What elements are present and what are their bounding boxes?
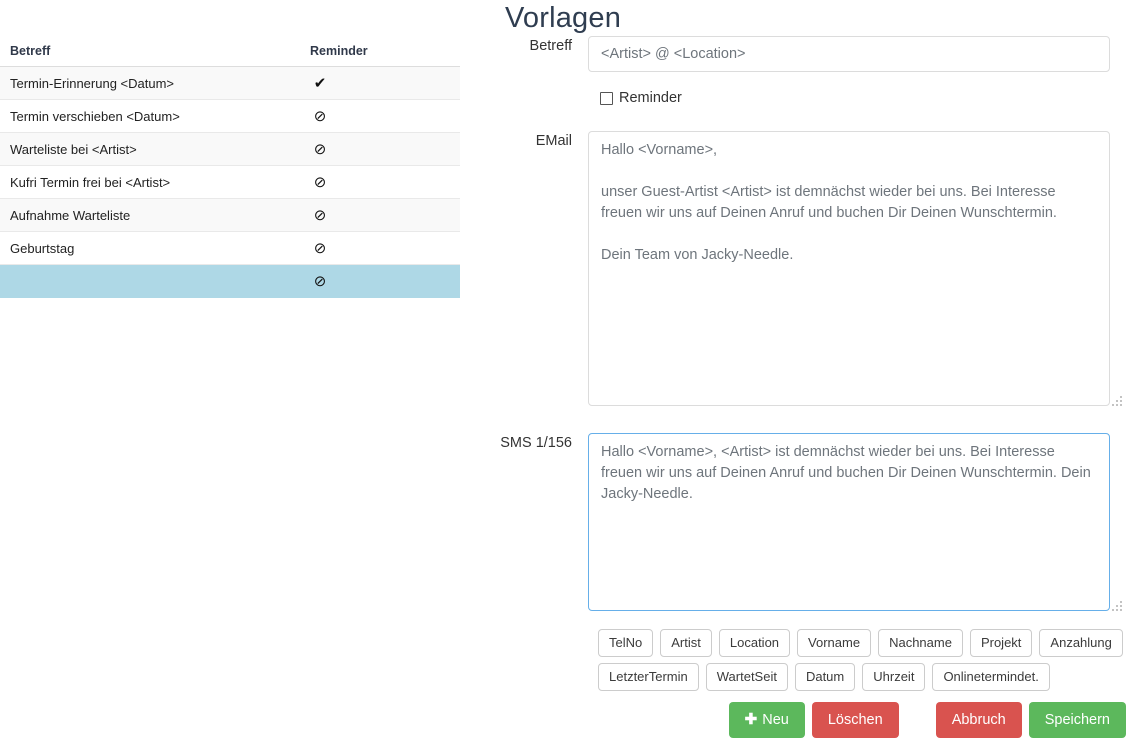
subject-row: Betreff — [470, 36, 1126, 72]
table-header: Betreff Reminder — [0, 42, 460, 67]
token-button[interactable]: Anzahlung — [1039, 629, 1123, 657]
column-header-subject: Betreff — [0, 42, 310, 67]
cell-reminder: ⊘ — [310, 165, 460, 199]
table-row[interactable]: Kufri Termin frei bei <Artist> ⊘ — [0, 165, 460, 199]
sms-field-wrap — [588, 433, 1126, 616]
token-button[interactable]: Onlinetermindet. — [932, 663, 1050, 691]
cell-subject: Termin verschieben <Datum> — [0, 99, 310, 133]
templates-page: Vorlagen Betreff Reminder Termin-Erinner… — [0, 0, 1126, 750]
blocked-icon: ⊘ — [313, 141, 327, 158]
table-row[interactable]: Aufnahme Warteliste ⊘ — [0, 198, 460, 232]
token-button[interactable]: Uhrzeit — [862, 663, 926, 691]
cell-reminder: ⊘ — [310, 231, 460, 265]
subject-label: Betreff — [529, 38, 572, 54]
cell-subject: Termin-Erinnerung <Datum> — [0, 66, 310, 100]
token-button[interactable]: Projekt — [969, 629, 1033, 657]
cell-subject: Geburtstag — [0, 231, 310, 265]
templates-table: Betreff Reminder Termin-Erinnerung <Datu… — [0, 42, 460, 298]
new-button[interactable]: ✚ Neu — [728, 702, 805, 738]
table-row[interactable]: ⊘ — [0, 264, 460, 298]
delete-button[interactable]: Löschen — [811, 702, 899, 738]
reminder-field-wrap: Reminder — [588, 90, 1126, 106]
email-resize-grip[interactable] — [1111, 396, 1122, 407]
blocked-icon: ⊘ — [313, 108, 327, 125]
cell-reminder: ⊘ — [310, 264, 460, 298]
email-row: EMail — [470, 131, 1126, 411]
table-body: Termin-Erinnerung <Datum> ✔ Termin verschi… — [0, 66, 460, 298]
token-button[interactable]: Artist — [660, 629, 712, 657]
table-row[interactable]: Termin verschieben <Datum> ⊘ — [0, 99, 460, 133]
blocked-icon: ⊘ — [313, 174, 327, 191]
table-header-row: Betreff Reminder — [0, 42, 460, 67]
new-button-label: Neu — [762, 712, 789, 728]
cell-reminder: ✔ — [310, 66, 460, 100]
template-list-pane: Betreff Reminder Termin-Erinnerung <Datu… — [0, 42, 460, 298]
tokens-row: TelNo Artist Location Vorname Nachname Projek… — [470, 616, 1126, 691]
blocked-icon: ⊘ — [313, 240, 327, 257]
sms-resize-grip[interactable] — [1111, 601, 1122, 612]
token-button[interactable]: Vorname — [797, 629, 872, 657]
blocked-icon: ⊘ — [313, 273, 327, 290]
cell-subject: Kufri Termin frei bei <Artist> — [0, 165, 310, 199]
reminder-row: Reminder — [470, 90, 1126, 106]
cell-reminder: ⊘ — [310, 198, 460, 232]
cell-subject: Aufnahme Warteliste — [0, 198, 310, 232]
email-label: EMail — [535, 133, 572, 149]
reminder-label: Reminder — [619, 90, 682, 106]
cell-subject — [0, 264, 310, 298]
tokens-field-wrap: TelNo Artist Location Vorname Nachname Projek… — [588, 616, 1126, 691]
template-edit-form: Betreff Reminder EMail — [470, 36, 1126, 691]
save-button[interactable]: Speichern — [1028, 702, 1126, 738]
table-row[interactable]: Warteliste bei <Artist> ⊘ — [0, 132, 460, 166]
sms-row: SMS 1/156 — [470, 433, 1126, 616]
table-row[interactable]: Termin-Erinnerung <Datum> ✔ — [0, 66, 460, 100]
sms-textarea[interactable] — [588, 433, 1110, 611]
token-button[interactable]: Location — [718, 629, 791, 657]
email-textarea[interactable] — [588, 131, 1110, 406]
cancel-button[interactable]: Abbruch — [935, 702, 1022, 738]
cell-subject: Warteliste bei <Artist> — [0, 132, 310, 166]
plus-icon: ✚ — [744, 711, 758, 728]
check-icon: ✔ — [313, 75, 327, 92]
token-button[interactable]: LetzterTermin — [598, 663, 699, 691]
subject-field-wrap — [588, 36, 1126, 72]
cell-reminder: ⊘ — [310, 99, 460, 133]
subject-input[interactable] — [588, 36, 1110, 72]
token-button[interactable]: TelNo — [598, 629, 654, 657]
token-button[interactable]: WartetSeit — [705, 663, 788, 691]
email-field-wrap — [588, 131, 1126, 411]
action-button-bar: ✚ Neu Löschen Abbruch Speichern — [470, 702, 1126, 738]
page-title: Vorlagen — [504, 2, 622, 34]
token-button[interactable]: Nachname — [878, 629, 963, 657]
token-button[interactable]: Datum — [794, 663, 856, 691]
blocked-icon: ⊘ — [313, 207, 327, 224]
column-header-reminder: Reminder — [310, 42, 460, 67]
cell-reminder: ⊘ — [310, 132, 460, 166]
placeholder-token-list: TelNo Artist Location Vorname Nachname Projek… — [598, 629, 1126, 691]
reminder-checkbox[interactable]: Reminder — [588, 90, 1126, 106]
table-row[interactable]: Geburtstag ⊘ — [0, 231, 460, 265]
checkbox-icon[interactable] — [600, 91, 613, 105]
sms-label: SMS 1/156 — [500, 435, 572, 451]
